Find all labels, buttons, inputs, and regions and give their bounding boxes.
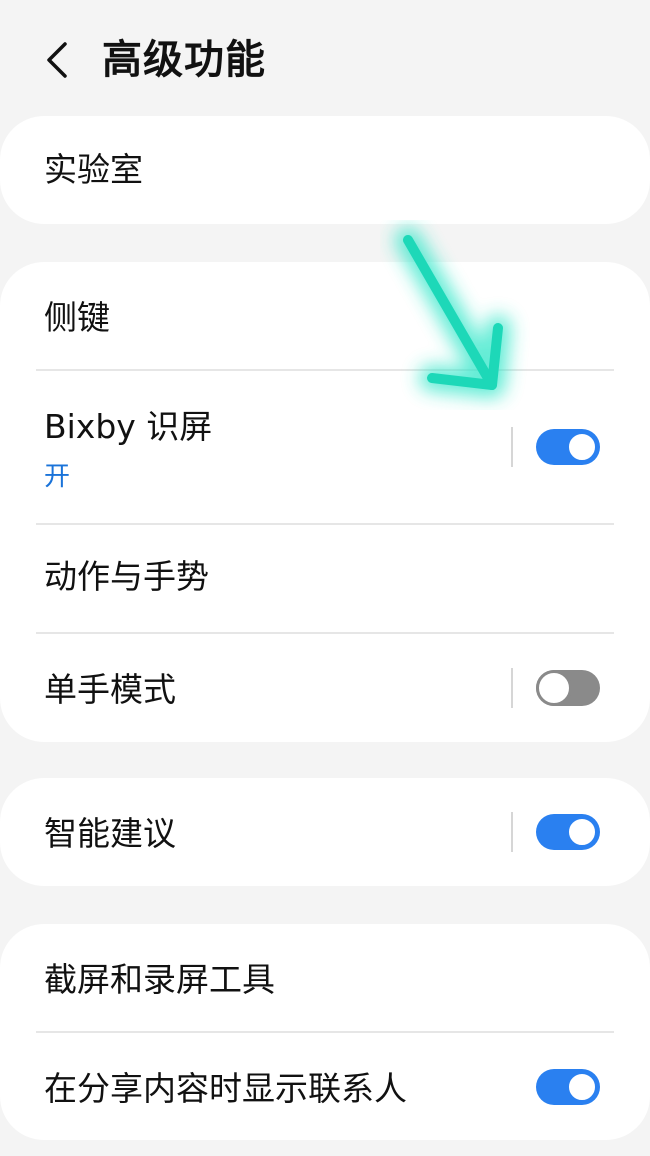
section-labs: 实验室 bbox=[0, 116, 650, 224]
vertical-separator bbox=[511, 812, 513, 852]
bixby-vision-status: 开 bbox=[44, 462, 71, 492]
motions-gestures-label: 动作与手势 bbox=[44, 557, 209, 596]
screenshot-recorder-row[interactable]: 截屏和录屏工具 bbox=[0, 924, 650, 1032]
bixby-vision-label: Bixby 识屏 bbox=[44, 407, 213, 446]
bixby-vision-row[interactable]: Bixby 识屏 开 bbox=[0, 371, 650, 523]
chevron-left-icon bbox=[47, 42, 67, 78]
screenshot-recorder-label: 截屏和录屏工具 bbox=[44, 960, 275, 999]
show-contacts-label: 在分享内容时显示联系人 bbox=[44, 1069, 407, 1108]
labs-label: 实验室 bbox=[44, 150, 143, 189]
smart-suggestions-row[interactable]: 智能建议 bbox=[0, 778, 650, 886]
vertical-separator bbox=[511, 427, 513, 467]
toggle-knob bbox=[567, 817, 597, 847]
advanced-features-screen: 高级功能 实验室 侧键 Bixby 识屏 开 动作与手势 单手模式 智能建议 截… bbox=[0, 0, 650, 1156]
side-key-row[interactable]: 侧键 bbox=[0, 262, 650, 370]
section-screenshots: 截屏和录屏工具 在分享内容时显示联系人 bbox=[0, 924, 650, 1140]
page-title: 高级功能 bbox=[102, 37, 266, 83]
side-key-label: 侧键 bbox=[44, 298, 110, 337]
section-controls: 侧键 Bixby 识屏 开 动作与手势 单手模式 bbox=[0, 262, 650, 742]
one-handed-mode-toggle[interactable] bbox=[536, 670, 600, 706]
app-header: 高级功能 bbox=[0, 0, 650, 116]
one-handed-mode-label: 单手模式 bbox=[44, 670, 176, 709]
labs-row[interactable]: 实验室 bbox=[0, 116, 650, 224]
toggle-knob bbox=[567, 432, 597, 462]
back-button[interactable] bbox=[30, 30, 86, 90]
smart-suggestions-toggle[interactable] bbox=[536, 814, 600, 850]
section-smart-suggestions: 智能建议 bbox=[0, 778, 650, 886]
bixby-vision-toggle[interactable] bbox=[536, 429, 600, 465]
show-contacts-toggle[interactable] bbox=[536, 1069, 600, 1105]
toggle-knob bbox=[567, 1072, 597, 1102]
show-contacts-row[interactable]: 在分享内容时显示联系人 bbox=[0, 1033, 650, 1140]
vertical-separator bbox=[511, 668, 513, 708]
smart-suggestions-label: 智能建议 bbox=[44, 814, 176, 853]
motions-gestures-row[interactable]: 动作与手势 bbox=[0, 525, 650, 633]
one-handed-mode-row[interactable]: 单手模式 bbox=[0, 634, 650, 742]
toggle-knob bbox=[536, 670, 572, 706]
